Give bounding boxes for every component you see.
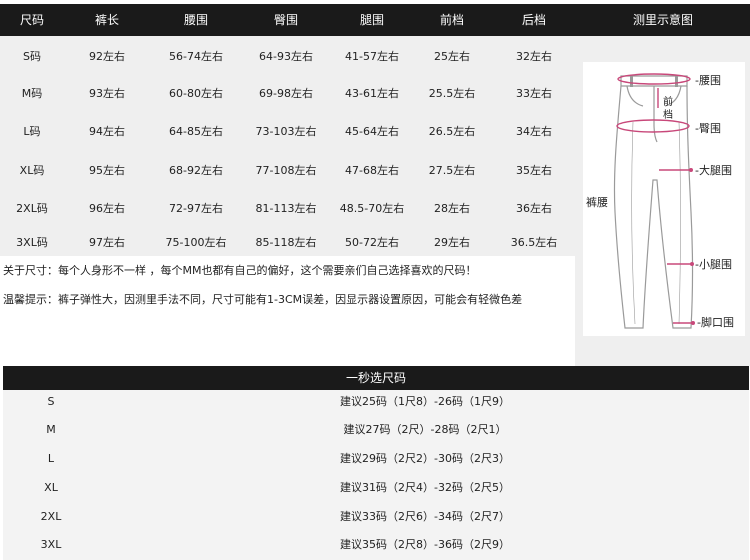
label-pant-waist: 裤腰 [586,196,608,209]
cell-waist: 64-85左右 [169,125,223,138]
cell-length: 96左右 [89,202,125,215]
label-calf: -小腿围 [695,258,732,271]
list-item: 2XL 建议33码（2尺6）-34码（2尺7） [3,507,749,527]
list-item: S 建议25码（1尺8）-26码（1尺9） [3,392,749,412]
cell-back-rise: 35左右 [516,164,552,177]
cell-length: 97左右 [89,236,125,249]
list-item: L 建议29码（2尺2）-30码（2尺3） [3,449,749,469]
label-waist: -腰围 [695,74,721,87]
recommend-list: S 建议25码（1尺8）-26码（1尺9） M 建议27码（2尺）-28码（2尺… [3,390,749,560]
cell-length: 95左右 [89,164,125,177]
cell-hip: 81-113左右 [255,202,317,215]
size-table-header: 尺码 裤长 腰围 臀围 腿围 前档 后档 测里示意图 [0,4,750,36]
header-thigh: 腿围 [359,13,385,27]
rec-text: 建议25码（1尺8）-26码（1尺9） [340,395,510,408]
header-hip: 臀围 [273,13,299,27]
cell-back-rise: 36.5左右 [510,236,558,249]
cell-back-rise: 36左右 [516,202,552,215]
table-row: XL码 95左右 68-92左右 77-108左右 47-68左右 27.5左右… [0,161,575,181]
rec-size: L [47,452,55,465]
rec-text: 建议27码（2尺）-28码（2尺1） [343,423,507,436]
cell-front-rise: 25.5左右 [428,87,476,100]
table-row: M码 93左右 60-80左右 69-98左右 43-61左右 25.5左右 3… [0,84,575,104]
rec-size: 3XL [40,538,62,551]
header-diagram: 测里示意图 [632,13,694,27]
cell-size: 2XL码 [16,202,48,215]
cell-thigh: 43-61左右 [345,87,399,100]
rec-size: XL [44,481,58,494]
table-row: S码 92左右 56-74左右 64-93左右 41-57左右 25左右 32左… [0,47,575,67]
cell-back-rise: 34左右 [516,125,552,138]
care-tip: 温馨提示：裤子弹性大，因测里手法不同，尺寸可能有1-3CM误差，因显示器设置原因… [3,293,523,306]
cell-size: S码 [23,50,41,63]
cell-back-rise: 32左右 [516,50,552,63]
table-row: L码 94左右 64-85左右 73-103左右 45-64左右 26.5左右 … [0,122,575,142]
cell-hip: 69-98左右 [259,87,313,100]
cell-size: XL码 [19,164,45,177]
label-hip: -臀围 [695,122,721,135]
rec-text: 建议29码（2尺2）-30码（2尺3） [340,452,510,465]
size-note: 关于尺寸：每个人身形不一样 ，每个MM也都有自己的偏好，这个需要亲们自己选择喜欢… [3,264,477,277]
table-row: 3XL码 97左右 75-100左右 85-118左右 50-72左右 29左右… [0,233,575,253]
cell-waist: 75-100左右 [165,236,227,249]
cell-waist: 72-97左右 [169,202,223,215]
label-thigh: -大腿围 [695,164,732,177]
list-item: 3XL 建议35码（2尺8）-36码（2尺9） [3,535,749,555]
rec-size: S [47,395,55,408]
cell-thigh: 45-64左右 [345,125,399,138]
cell-size: 3XL码 [16,236,48,249]
rec-text: 建议33码（2尺6）-34码（2尺7） [340,510,510,523]
size-table-body [0,36,575,256]
size-guide-page: 尺码 裤长 腰围 臀围 腿围 前档 后档 测里示意图 S码 92左右 56-74… [0,0,750,560]
cell-size: M码 [21,87,43,100]
cell-waist: 68-92左右 [169,164,223,177]
header-size: 尺码 [19,13,45,27]
header-front-rise: 前档 [439,13,465,27]
header-waist: 腰围 [183,13,209,27]
cell-hip: 77-108左右 [255,164,317,177]
rec-size: M [46,423,56,436]
cell-front-rise: 26.5左右 [428,125,476,138]
cell-thigh: 50-72左右 [345,236,399,249]
cell-hip: 85-118左右 [255,236,317,249]
cell-length: 94左右 [89,125,125,138]
cell-waist: 60-80左右 [169,87,223,100]
rec-text: 建议31码（2尺4）-32码（2尺5） [340,481,510,494]
rec-text: 建议35码（2尺8）-36码（2尺9） [340,538,510,551]
cell-thigh: 48.5-70左右 [339,202,405,215]
list-item: XL 建议31码（2尺4）-32码（2尺5） [3,478,749,498]
label-hem: -脚口围 [697,316,734,329]
cell-thigh: 47-68左右 [345,164,399,177]
cell-front-rise: 25左右 [434,50,470,63]
label-front-rise: 前 档 [663,97,673,121]
header-back-rise: 后档 [521,13,547,27]
header-length: 裤长 [94,13,120,27]
cell-length: 92左右 [89,50,125,63]
cell-back-rise: 33左右 [516,87,552,100]
table-row: 2XL码 96左右 72-97左右 81-113左右 48.5-70左右 28左… [0,199,575,219]
cell-size: L码 [23,125,41,138]
measurement-diagram: -腰围 前 档 -臀围 -大腿围 裤腰 -小腿围 -脚口围 [583,62,745,336]
cell-front-rise: 29左右 [434,236,470,249]
recommend-title: 一秒选尺码 [3,366,749,390]
cell-length: 93左右 [89,87,125,100]
cell-front-rise: 28左右 [434,202,470,215]
cell-hip: 73-103左右 [255,125,317,138]
cell-waist: 56-74左右 [169,50,223,63]
cell-front-rise: 27.5左右 [428,164,476,177]
list-item: M 建议27码（2尺）-28码（2尺1） [3,420,749,440]
rec-size: 2XL [40,510,62,523]
cell-hip: 64-93左右 [259,50,313,63]
cell-thigh: 41-57左右 [345,50,399,63]
